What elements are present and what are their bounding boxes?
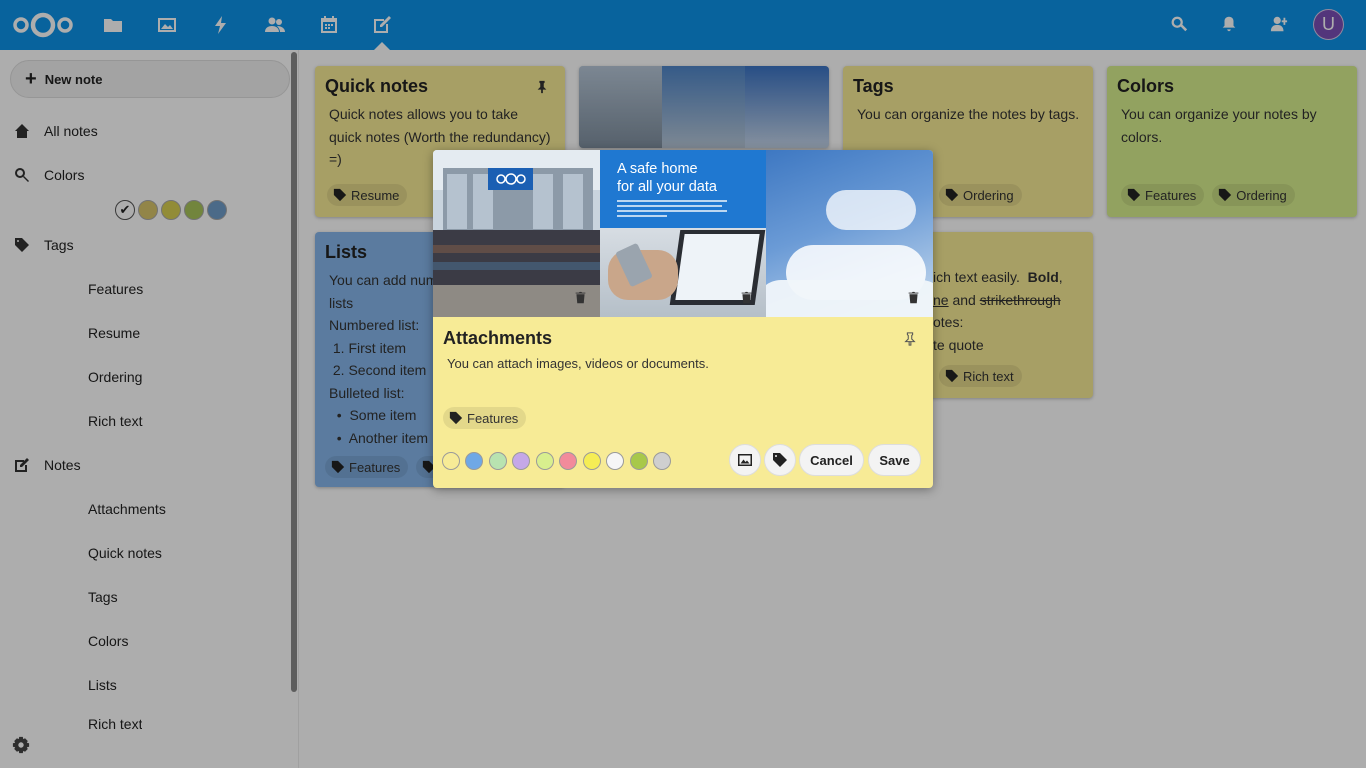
- color-option[interactable]: [630, 452, 648, 470]
- cancel-button[interactable]: Cancel: [799, 444, 864, 476]
- color-option[interactable]: [489, 452, 507, 470]
- image-heading-line: A safe home: [617, 161, 698, 177]
- pin-icon[interactable]: [899, 328, 921, 350]
- tag-icon: [449, 411, 463, 425]
- color-option[interactable]: [653, 452, 671, 470]
- tag-chip[interactable]: Features: [443, 407, 527, 429]
- image-heading-line: for all your data: [617, 179, 717, 195]
- color-option[interactable]: [465, 452, 483, 470]
- tag-icon: [773, 453, 787, 467]
- color-option[interactable]: [559, 452, 577, 470]
- color-option[interactable]: [442, 452, 460, 470]
- delete-attachment-icon[interactable]: [736, 287, 756, 307]
- delete-attachment-icon[interactable]: [570, 287, 590, 307]
- delete-attachment-icon[interactable]: [903, 287, 923, 307]
- color-option[interactable]: [583, 452, 601, 470]
- add-image-button[interactable]: [729, 444, 761, 476]
- add-tag-button[interactable]: [764, 444, 796, 476]
- attachment-image-group-photo[interactable]: [433, 150, 600, 317]
- color-option[interactable]: [512, 452, 530, 470]
- attachment-image-clouds[interactable]: [766, 150, 933, 317]
- color-option[interactable]: [536, 452, 554, 470]
- image-icon: [738, 454, 752, 466]
- color-option[interactable]: [606, 452, 624, 470]
- note-content-editor[interactable]: You can attach images, videos or documen…: [447, 356, 709, 371]
- note-title-input[interactable]: Attachments: [443, 328, 552, 349]
- edit-note-modal: A safe home for all your data Attachment…: [433, 150, 933, 488]
- attachment-image-safe-home[interactable]: A safe home for all your data: [600, 150, 766, 317]
- save-button[interactable]: Save: [868, 444, 921, 476]
